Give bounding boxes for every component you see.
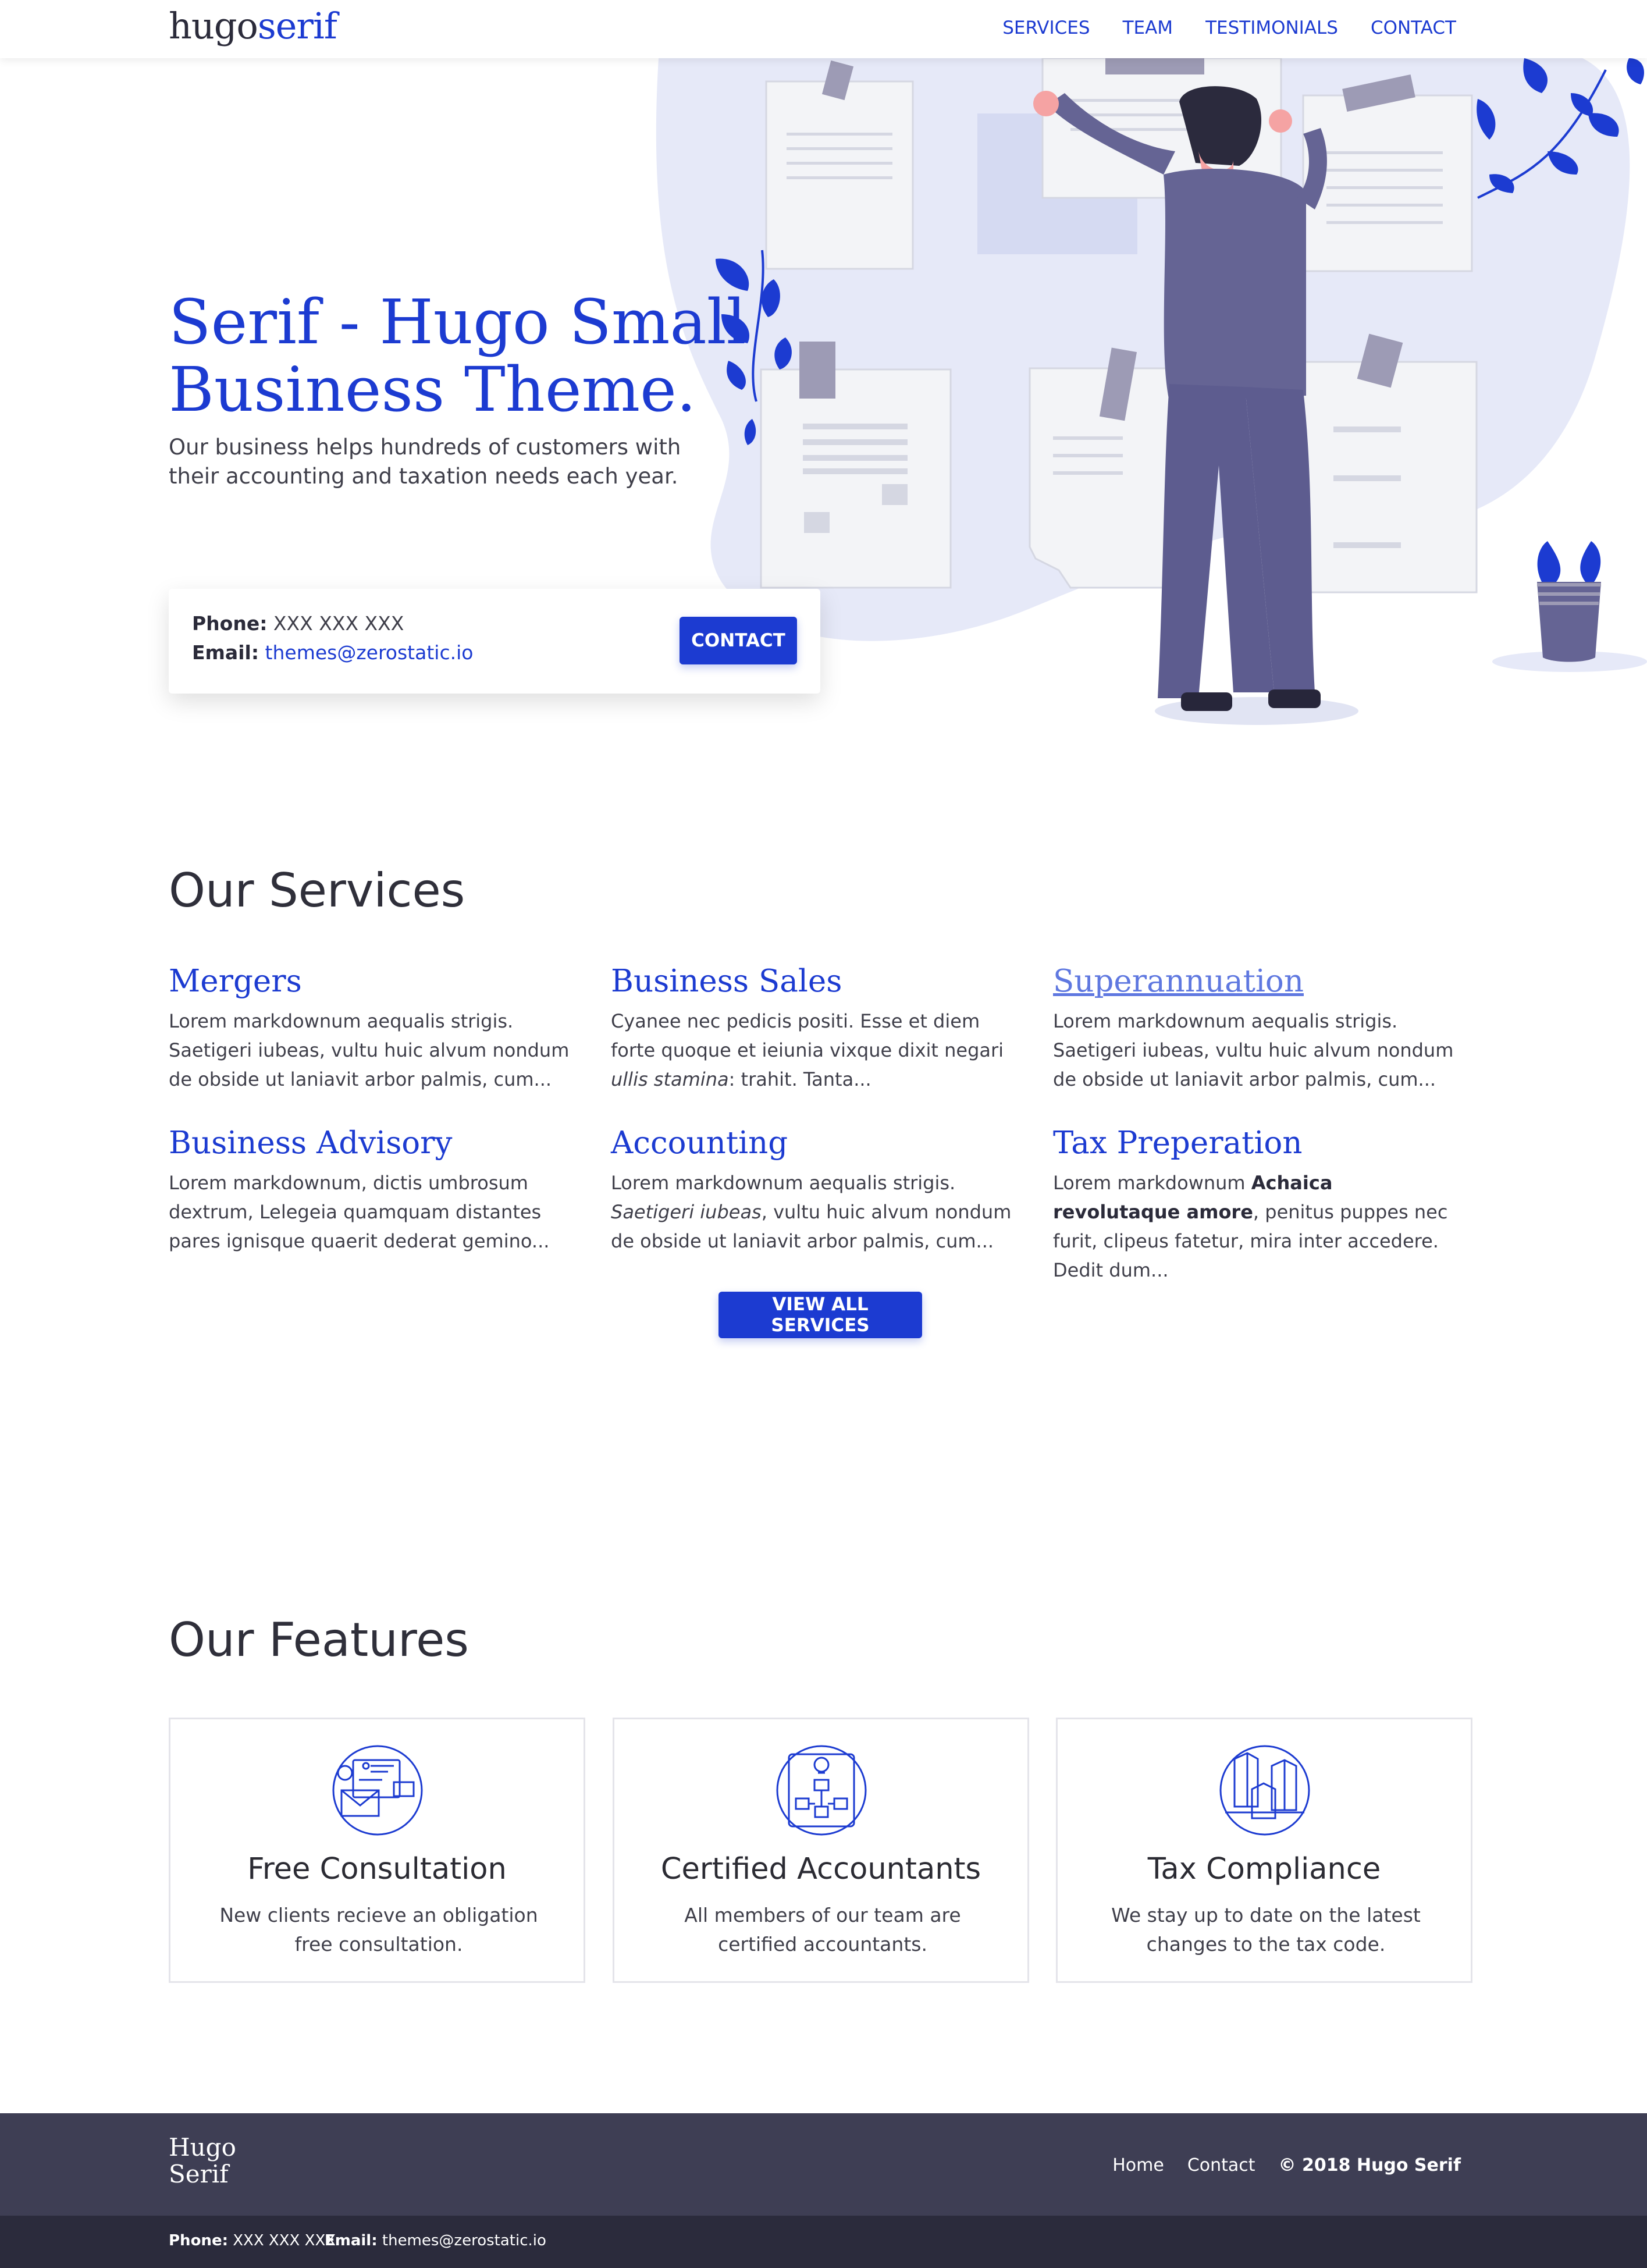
footer-logo-line2: Serif [169, 2160, 229, 2188]
contact-email-link[interactable]: themes@zerostatic.io [265, 641, 474, 664]
view-all-services-button[interactable]: VIEW ALL SERVICES [718, 1292, 922, 1338]
site-header: hugoserif SERVICES TEAM TESTIMONIALS CON… [0, 0, 1647, 58]
service-link[interactable]: Business Sales [611, 964, 842, 999]
subfooter-phone-label: Phone: [169, 2232, 228, 2249]
buildings-chart-icon [1219, 1745, 1310, 1836]
service-text-emphasis: Saetigeri iubeas [611, 1201, 762, 1223]
features-title: Our Features [169, 1613, 469, 1667]
feature-title: Free Consultation [247, 1852, 507, 1886]
subfooter-phone-value: XXX XXX XXX [233, 2232, 336, 2249]
service-title[interactable]: Mergers [169, 962, 579, 1001]
subfooter-email: Email: themes@zerostatic.io [325, 2232, 546, 2249]
service-title[interactable]: Business Advisory [169, 1124, 579, 1163]
service-item-business-advisory: Business Advisory Lorem markdownum, dict… [169, 1124, 579, 1256]
nav-contact[interactable]: CONTACT [1371, 17, 1456, 38]
contact-phone-label: Phone: [192, 612, 268, 635]
site-footer: Hugo Serif Home Contact © 2018 Hugo Seri… [0, 2113, 1647, 2216]
contact-email: Email: themes@zerostatic.io [192, 641, 473, 664]
feature-text: We stay up to date on the latest changes… [1111, 1904, 1421, 1956]
service-link[interactable]: Business Advisory [169, 1125, 452, 1161]
paper-note-1 [765, 60, 914, 270]
feature-text: All members of our team are certified ac… [684, 1904, 961, 1956]
subfooter-phone: Phone: XXX XXX XXX [169, 2232, 336, 2249]
feature-card-free-consultation: Free Consultation New clients recieve an… [169, 1718, 585, 1983]
service-text: Cyanee nec pedicis positi. Esse et diem … [611, 1007, 1021, 1094]
contact-phone: Phone: XXX XXX XXX [192, 612, 404, 635]
consultation-envelope-icon [332, 1745, 423, 1836]
footer-link-home[interactable]: Home [1112, 2155, 1164, 2175]
feature-title: Certified Accountants [660, 1852, 981, 1886]
service-title[interactable]: Superannuation [1053, 962, 1463, 1001]
sub-footer: Phone: XXX XXX XXX Email: themes@zerosta… [0, 2216, 1647, 2268]
service-link[interactable]: Mergers [169, 964, 302, 999]
service-link[interactable]: Tax Preperation [1053, 1125, 1302, 1161]
service-item-accounting: Accounting Lorem markdownum aequalis str… [611, 1124, 1021, 1256]
footer-copyright: © 2018 Hugo Serif [1278, 2155, 1461, 2175]
nav-team[interactable]: TEAM [1123, 17, 1173, 38]
flowchart-idea-icon [776, 1745, 867, 1836]
feature-text: New clients recieve an obligation free c… [219, 1904, 538, 1956]
service-link[interactable]: Superannuation [1053, 964, 1304, 999]
footer-link-contact[interactable]: Contact [1187, 2155, 1255, 2175]
service-link[interactable]: Accounting [611, 1125, 788, 1161]
paper-note-4 [760, 342, 952, 589]
service-text: Lorem markdownum aequalis strigis. Saeti… [169, 1010, 570, 1090]
logo-suffix: serif [257, 5, 337, 47]
nav-services[interactable]: SERVICES [1002, 17, 1090, 38]
main-nav: SERVICES TEAM TESTIMONIALS CONTACT [1002, 17, 1456, 38]
service-text-part: : trahit. Tanta... [728, 1068, 871, 1090]
site-logo[interactable]: hugoserif [169, 5, 337, 47]
subfooter-email-link[interactable]: themes@zerostatic.io [382, 2232, 546, 2249]
service-item-superannuation: Superannuation Lorem markdownum aequalis… [1053, 962, 1463, 1094]
hero-title: Serif - Hugo Small Business Theme. [169, 286, 746, 425]
paper-note-5 [1029, 347, 1176, 589]
contact-button[interactable]: CONTACT [680, 617, 797, 664]
service-title[interactable]: Business Sales [611, 962, 1021, 1001]
service-text: Lorem markdownum Achaica revolutaque amo… [1053, 1168, 1463, 1285]
subfooter-email-label: Email: [325, 2232, 378, 2249]
service-text-part: Lorem markdownum [1053, 1172, 1251, 1194]
service-text: Lorem markdownum aequalis strigis. Saeti… [1053, 1010, 1454, 1090]
feature-card-certified-accountants: Certified Accountants All members of our… [613, 1718, 1029, 1983]
hero-subtitle: Our business helps hundreds of customers… [169, 435, 681, 489]
feature-title: Tax Compliance [1147, 1852, 1381, 1886]
service-text-part: Cyanee nec pedicis positi. Esse et diem … [611, 1010, 1004, 1061]
service-item-mergers: Mergers Lorem markdownum aequalis strigi… [169, 962, 579, 1094]
footer-logo-line1: Hugo [169, 2133, 236, 2162]
potted-plant [1492, 541, 1647, 672]
footer-logo[interactable]: Hugo Serif [169, 2134, 236, 2188]
service-text-emphasis: ullis stamina [611, 1068, 729, 1090]
service-text: Lorem markdownum, dictis umbrosum dextru… [169, 1172, 550, 1252]
contact-email-label: Email: [192, 641, 259, 664]
nav-testimonials[interactable]: TESTIMONIALS [1205, 17, 1338, 38]
contact-card: Phone: XXX XXX XXX Email: themes@zerosta… [169, 589, 820, 694]
paper-note-3 [1302, 74, 1473, 272]
service-title[interactable]: Accounting [611, 1124, 1021, 1163]
paper-note-6 [1295, 333, 1478, 593]
service-title[interactable]: Tax Preperation [1053, 1124, 1463, 1163]
footer-nav: Home Contact © 2018 Hugo Serif [1112, 2155, 1461, 2175]
contact-phone-value: XXX XXX XXX [273, 612, 404, 635]
service-text-part: Lorem markdownum aequalis strigis. [611, 1172, 956, 1194]
logo-prefix: hugo [169, 5, 258, 47]
service-text: Lorem markdownum aequalis strigis. Saeti… [611, 1168, 1021, 1256]
services-title: Our Services [169, 863, 465, 918]
service-item-tax-preperation: Tax Preperation Lorem markdownum Achaica… [1053, 1124, 1463, 1285]
service-item-business-sales: Business Sales Cyanee nec pedicis positi… [611, 962, 1021, 1094]
feature-card-tax-compliance: Tax Compliance We stay up to date on the… [1056, 1718, 1472, 1983]
